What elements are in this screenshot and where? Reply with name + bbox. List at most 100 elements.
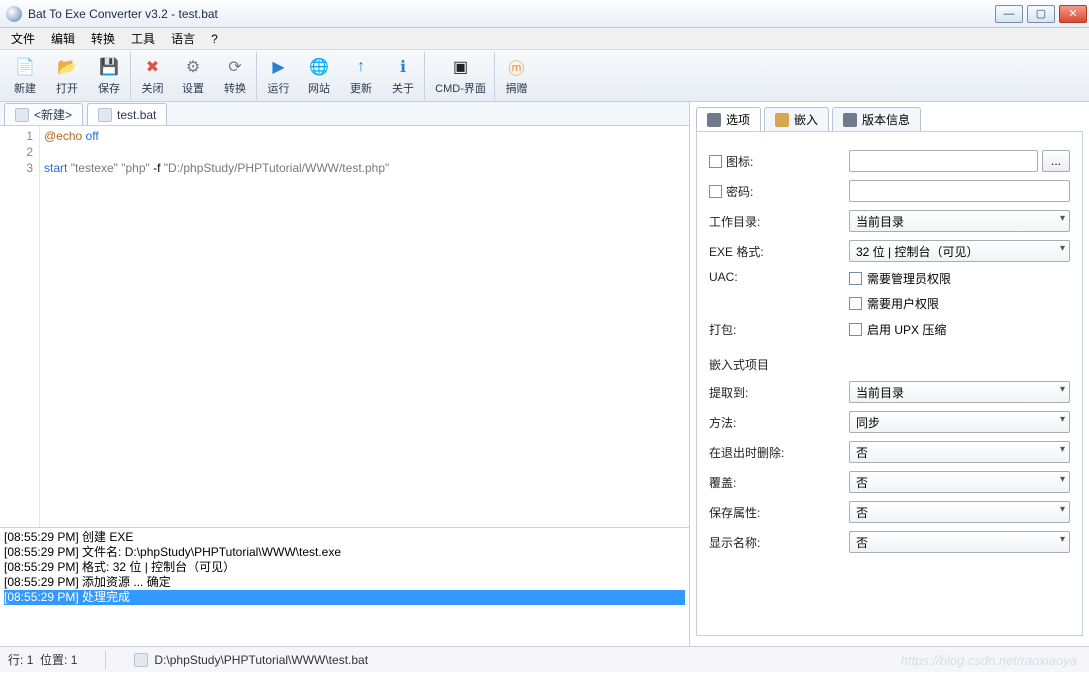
options-tab-label: 选项	[726, 111, 750, 128]
status-bar: 行: 1 位置: 1 D:\phpStudy\PHPTutorial\WWW\t…	[0, 646, 1089, 672]
toolbar-settings-icon[interactable]: ⚙设置	[172, 52, 214, 100]
password-input[interactable]	[849, 180, 1070, 202]
toolbar-save-icon[interactable]: 💾保存	[88, 52, 130, 100]
toolbar-globe-icon[interactable]: 🌐网站	[298, 52, 340, 100]
menu-item-3[interactable]: 工具	[124, 28, 162, 49]
toolbar-donate-icon[interactable]: ⓜ捐赠	[494, 52, 536, 100]
upx-option[interactable]: 启用 UPX 压缩	[849, 321, 946, 338]
icon-browse-button[interactable]: ...	[1042, 150, 1070, 172]
file-tab-1[interactable]: test.bat	[87, 103, 167, 125]
menu-item-2[interactable]: 转换	[84, 28, 122, 49]
embed-group-label: 嵌入式项目	[709, 356, 1070, 373]
toolbar-label: 关闭	[142, 80, 164, 96]
row-uac: UAC: 需要管理员权限 需要用户权限	[709, 266, 1070, 314]
password-label: 密码:	[709, 183, 849, 200]
play-icon: ▶	[267, 55, 291, 79]
options-tab-2[interactable]: 版本信息	[832, 107, 921, 131]
uac-admin-checkbox[interactable]	[849, 272, 862, 285]
icon-input[interactable]	[849, 150, 1038, 172]
toolbar-label: 设置	[182, 80, 204, 96]
toolbar-info-icon[interactable]: ℹ关于	[382, 52, 424, 100]
toolbar: 📄新建📂打开💾保存✖关闭⚙设置⟳转换▶运行🌐网站↑更新ℹ关于▣CMD-界面ⓜ捐赠	[0, 50, 1089, 102]
delexit-select[interactable]: 否	[849, 441, 1070, 463]
close-button[interactable]: ✕	[1059, 5, 1087, 23]
log-line[interactable]: [08:55:29 PM] 添加资源 ... 确定	[4, 575, 685, 590]
code-editor[interactable]: 123 @echo off start "testexe" "php" -f "…	[0, 126, 689, 528]
uac-admin-option[interactable]: 需要管理员权限	[849, 270, 951, 287]
file-icon	[98, 108, 112, 122]
toolbar-label: 运行	[268, 80, 290, 96]
file-tab-label: test.bat	[117, 108, 156, 122]
upx-checkbox[interactable]	[849, 323, 862, 336]
title-bar: Bat To Exe Converter v3.2 - test.bat — ▢…	[0, 0, 1089, 28]
menu-item-0[interactable]: 文件	[4, 28, 42, 49]
log-line[interactable]: [08:55:29 PM] 处理完成	[4, 590, 685, 605]
editor-content[interactable]: @echo off start "testexe" "php" -f "D:/p…	[40, 126, 689, 527]
toolbar-close-icon[interactable]: ✖关闭	[130, 52, 172, 100]
gear-icon	[707, 113, 721, 127]
log-line[interactable]: [08:55:29 PM] 创建 EXE	[4, 530, 685, 545]
attr-select[interactable]: 否	[849, 501, 1070, 523]
maximize-button[interactable]: ▢	[1027, 5, 1055, 23]
toolbar-folder-open-icon[interactable]: 📂打开	[46, 52, 88, 100]
toolbar-file-new-icon[interactable]: 📄新建	[4, 52, 46, 100]
left-column: <新建> test.bat 123 @echo off start "testex…	[0, 102, 690, 646]
menu-bar: 文件编辑转换工具语言?	[0, 28, 1089, 50]
delexit-label: 在退出时删除:	[709, 444, 849, 461]
extract-select[interactable]: 当前目录	[849, 381, 1070, 403]
file-icon	[15, 108, 29, 122]
disp-select[interactable]: 否	[849, 531, 1070, 553]
options-tab-label: 版本信息	[862, 111, 910, 128]
toolbar-play-icon[interactable]: ▶运行	[256, 52, 298, 100]
options-tab-1[interactable]: 嵌入	[764, 107, 829, 131]
file-new-icon: 📄	[13, 55, 37, 79]
minimize-button[interactable]: —	[995, 5, 1023, 23]
app-icon	[6, 6, 22, 22]
extract-label: 提取到:	[709, 384, 849, 401]
toolbar-label: CMD-界面	[435, 80, 486, 96]
exe-format-label: EXE 格式:	[709, 243, 849, 260]
log-panel[interactable]: [08:55:29 PM] 创建 EXE[08:55:29 PM] 文件名: D…	[0, 528, 689, 646]
uac-user-option[interactable]: 需要用户权限	[849, 295, 939, 312]
overwrite-label: 覆盖:	[709, 474, 849, 491]
row-password: 密码:	[709, 176, 1070, 206]
menu-item-1[interactable]: 编辑	[44, 28, 82, 49]
toolbar-convert-icon[interactable]: ⟳转换	[214, 52, 256, 100]
file-tab-0[interactable]: <新建>	[4, 103, 83, 125]
toolbar-label: 转换	[224, 80, 246, 96]
file-icon	[134, 653, 148, 667]
password-checkbox[interactable]	[709, 185, 722, 198]
row-working-dir: 工作目录: 当前目录	[709, 206, 1070, 236]
disp-label: 显示名称:	[709, 534, 849, 551]
cmd-icon: ▣	[449, 55, 473, 79]
icon-label: 图标:	[709, 153, 849, 170]
icon-checkbox[interactable]	[709, 155, 722, 168]
method-label: 方法:	[709, 414, 849, 431]
toolbar-cmd-icon[interactable]: ▣CMD-界面	[424, 52, 494, 100]
uac-user-checkbox[interactable]	[849, 297, 862, 310]
toolbar-label: 更新	[350, 80, 372, 96]
save-icon: 💾	[97, 55, 121, 79]
overwrite-select[interactable]: 否	[849, 471, 1070, 493]
menu-item-5[interactable]: ?	[204, 30, 225, 48]
toolbar-label: 关于	[392, 80, 414, 96]
folder-open-icon: 📂	[55, 55, 79, 79]
exe-format-select[interactable]: 32 位 | 控制台（可见）	[849, 240, 1070, 262]
log-line[interactable]: [08:55:29 PM] 文件名: D:\phpStudy\PHPTutori…	[4, 545, 685, 560]
log-line[interactable]: [08:55:29 PM] 格式: 32 位 | 控制台（可见）	[4, 560, 685, 575]
status-path: D:\phpStudy\PHPTutorial\WWW\test.bat	[134, 653, 368, 667]
donate-icon: ⓜ	[505, 55, 529, 79]
pack-label: 打包:	[709, 321, 849, 338]
working-dir-select[interactable]: 当前目录	[849, 210, 1070, 232]
options-tab-label: 嵌入	[794, 111, 818, 128]
row-exe-format: EXE 格式: 32 位 | 控制台（可见）	[709, 236, 1070, 266]
method-select[interactable]: 同步	[849, 411, 1070, 433]
menu-item-4[interactable]: 语言	[164, 28, 202, 49]
convert-icon: ⟳	[223, 55, 247, 79]
options-panel: 图标: ... 密码: 工作目录: 当前目录 EXE 格式: 32 位 | 控制…	[696, 132, 1083, 636]
options-tab-0[interactable]: 选项	[696, 107, 761, 131]
window-title: Bat To Exe Converter v3.2 - test.bat	[28, 7, 995, 21]
options-tabs: 选项 嵌入 版本信息	[696, 106, 1083, 132]
toolbar-update-icon[interactable]: ↑更新	[340, 52, 382, 100]
update-icon: ↑	[349, 55, 373, 79]
